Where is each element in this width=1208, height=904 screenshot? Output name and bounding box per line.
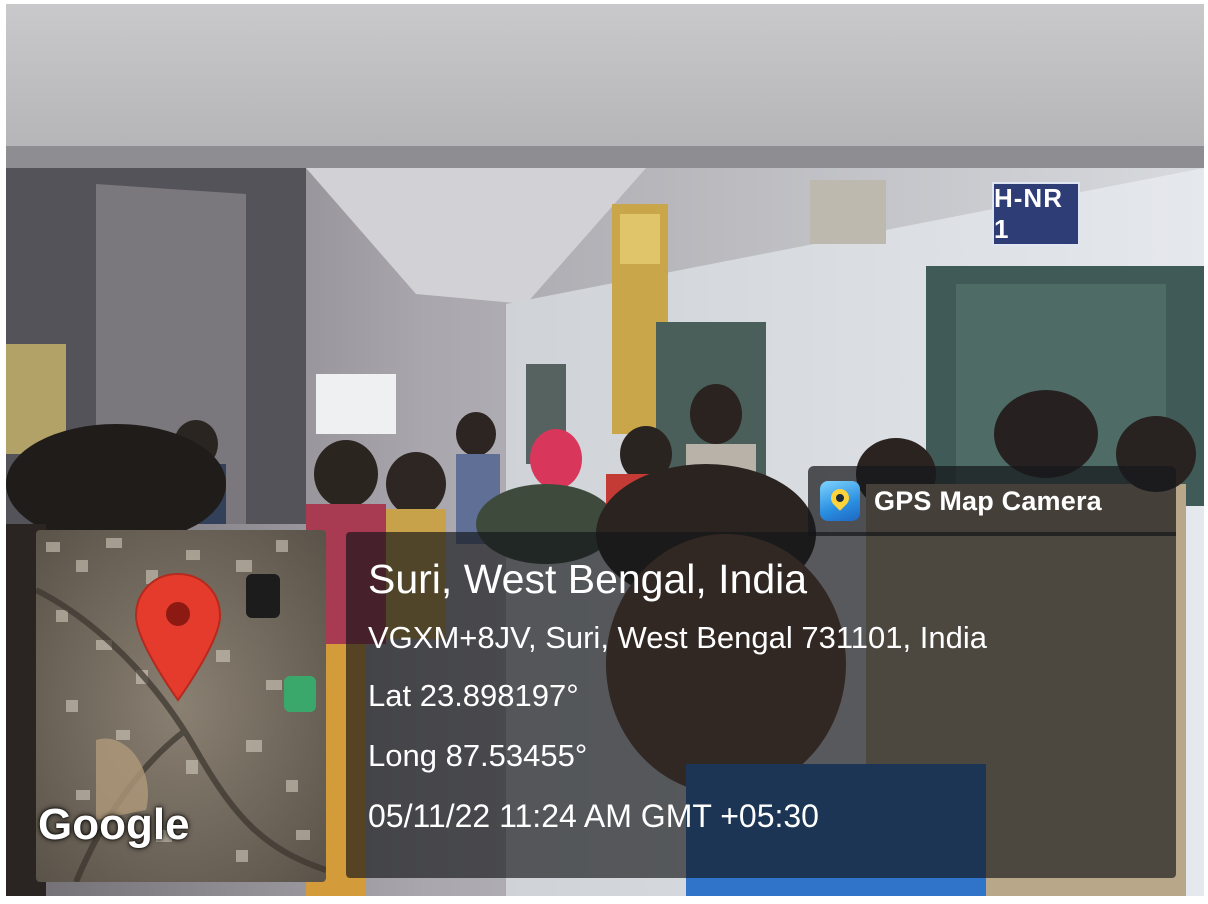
longitude-value: Long 87.53455° (368, 738, 588, 773)
gps-map-camera-app-icon (820, 481, 860, 521)
location-info-panel: Suri, West Bengal, India VGXM+8JV, Suri,… (346, 532, 1176, 878)
location-address: VGXM+8JV, Suri, West Bengal 731101, Indi… (368, 620, 987, 655)
ceiling-beam (6, 4, 1204, 164)
room-sign: H-NR 1 (992, 182, 1080, 246)
app-name: GPS Map Camera (874, 485, 1102, 516)
google-logo: Google (38, 800, 190, 849)
location-title: Suri, West Bengal, India (368, 556, 808, 602)
latitude-value: Lat 23.898197° (368, 678, 579, 713)
app-brand-badge: GPS Map Camera (808, 466, 1176, 536)
timestamp: 05/11/22 11:24 AM GMT +05:30 (368, 798, 819, 834)
map-thumbnail: Google (36, 530, 326, 882)
